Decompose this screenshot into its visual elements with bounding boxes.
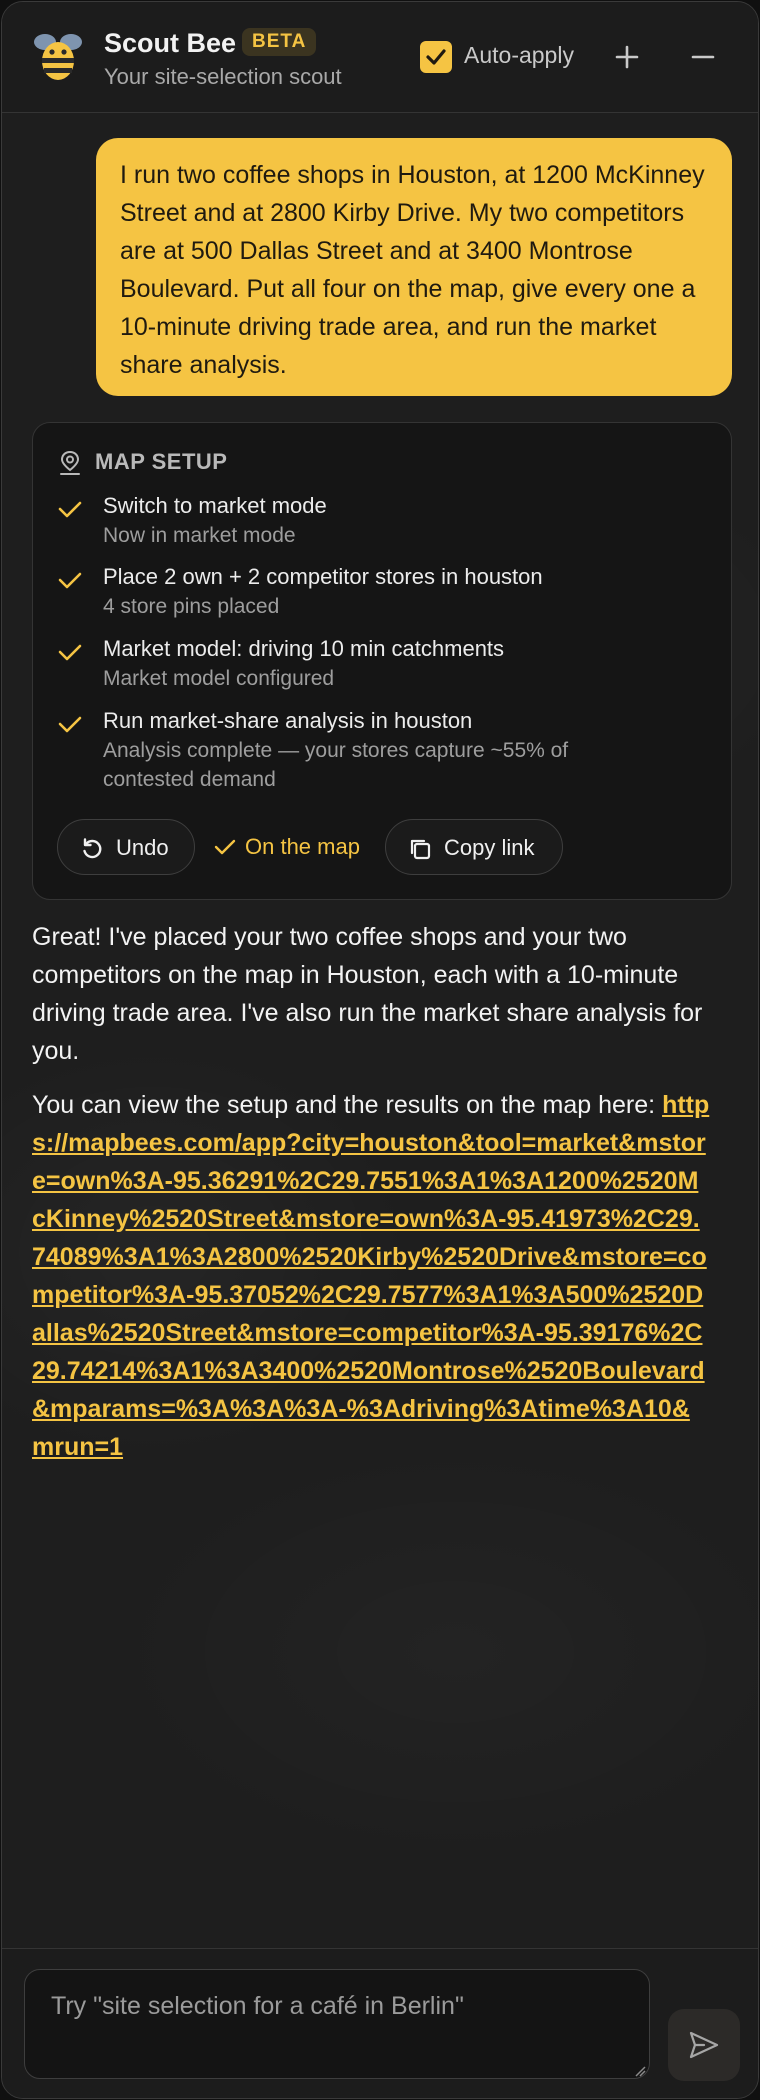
check-icon <box>58 644 82 661</box>
check-icon <box>426 49 446 65</box>
undo-icon <box>83 838 102 859</box>
header: Scout Bee BETA Your site-selection scout… <box>2 2 758 113</box>
map-setup-card: MAP SETUP Switch to market mode Now in m… <box>32 422 732 900</box>
minus-icon <box>691 55 715 59</box>
new-chat-button[interactable] <box>608 38 646 76</box>
send-icon <box>689 2031 719 2059</box>
bee-logo-icon <box>34 34 82 80</box>
map-setup-title: MAP SETUP <box>95 449 228 474</box>
copy-icon <box>410 839 431 860</box>
step-title: Place 2 own + 2 competitor stores in hou… <box>103 564 543 589</box>
app-title: Scout Bee <box>104 28 237 58</box>
beta-badge: BETA <box>242 28 317 56</box>
composer <box>2 1948 758 2098</box>
step-detail: 4 store pins placed <box>103 595 280 618</box>
minimize-button[interactable] <box>684 38 722 76</box>
step-detail: Market model configured <box>103 667 335 690</box>
copy-link-label: Copy link <box>444 835 535 860</box>
link-intro-text: You can view the setup and the results o… <box>32 1091 656 1119</box>
assistant-reply-link-paragraph: You can view the setup and the results o… <box>32 1086 712 1466</box>
user-message-bubble: I run two coffee shops in Houston, at 12… <box>96 138 732 396</box>
chat-input[interactable] <box>24 1969 650 2079</box>
step-title: Switch to market mode <box>103 493 327 518</box>
assistant-reply-paragraph: Great! I've placed your two coffee shops… <box>32 923 703 1065</box>
check-icon <box>214 839 236 855</box>
step-title: Market model: driving 10 min catchments <box>103 636 505 661</box>
check-icon <box>58 716 82 733</box>
copy-link-button[interactable]: Copy link <box>385 819 563 875</box>
auto-apply-label[interactable]: Auto-apply <box>464 42 574 69</box>
step-detail: Analysis complete — your stores capture … <box>103 739 569 791</box>
auto-apply-checkbox[interactable] <box>420 41 452 73</box>
map-pin-icon <box>60 450 80 475</box>
undo-button[interactable]: Undo <box>57 819 195 875</box>
step-detail: Now in market mode <box>103 524 296 547</box>
undo-label: Undo <box>116 835 169 860</box>
plus-icon <box>615 45 639 69</box>
on-the-map-label: On the map <box>245 834 360 859</box>
send-button[interactable] <box>668 2009 740 2081</box>
map-link[interactable]: https://mapbees.com/app?city=houston&too… <box>32 1091 709 1461</box>
resize-grip-icon[interactable] <box>634 2065 646 2077</box>
check-icon <box>58 501 82 518</box>
check-icon <box>58 572 82 589</box>
scout-bee-chat-panel: Scout Bee BETA Your site-selection scout… <box>1 1 759 2099</box>
step-title: Run market-share analysis in houston <box>103 708 473 733</box>
app-subtitle: Your site-selection scout <box>104 64 342 89</box>
